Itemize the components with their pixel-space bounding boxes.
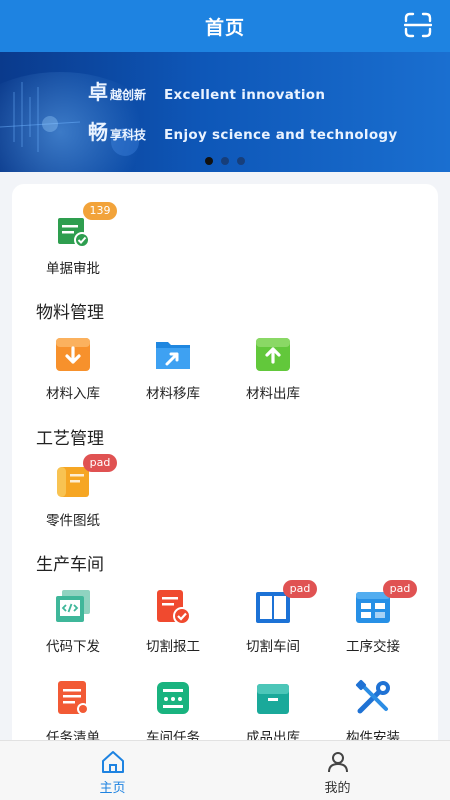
product-out-button[interactable]: 成品出库 [223,678,323,744]
material-out-label: 材料出库 [246,386,300,402]
doc-approval-button[interactable]: 139 单据审批 [23,202,123,277]
material-move-button[interactable]: 材料移库 [123,334,223,402]
material-out-button[interactable]: 材料出库 [223,334,323,402]
scan-icon[interactable] [403,12,433,38]
cut-workshop-button[interactable]: pad 切割车间 [223,580,323,655]
part-drawing-button[interactable]: pad 零件图纸 [23,454,123,529]
inbox-in-icon [56,338,90,371]
pad-badge: pad [383,580,417,598]
task-list-icon [58,681,89,715]
bottom-tab-bar: 主页 我的 [0,740,450,800]
code-dispatch-button[interactable]: 代码下发 [23,587,123,655]
task-list-button[interactable]: 任务清单 [23,678,123,744]
carousel-dot[interactable] [221,157,229,165]
section-title-workshop: 生产车间 [36,555,104,575]
folder-move-icon [156,342,190,369]
carousel-dot[interactable] [205,157,213,165]
user-icon [327,752,348,773]
app-header: 首页 [0,0,450,52]
tab-mine-label: 我的 [324,781,351,796]
component-install-button[interactable]: 构件安装 [323,678,423,744]
tab-mine[interactable]: 我的 [225,741,450,800]
material-in-label: 材料入库 [46,386,100,402]
code-icon [56,590,90,622]
tools-icon [355,679,390,714]
banner-line-2: 畅享科技 Enjoy science and technology [88,120,398,144]
banner-line-1: 卓越创新 Excellent innovation [88,80,326,104]
handover-label: 工序交接 [346,639,400,655]
section-title-materials: 物料管理 [36,303,104,323]
cut-workshop-label: 切割车间 [246,639,300,655]
material-move-label: 材料移库 [146,386,200,402]
handover-button[interactable]: pad 工序交接 [323,580,423,655]
pad-badge: pad [283,580,317,598]
doc-approval-label: 单据审批 [46,261,100,277]
page-title: 首页 [204,17,245,39]
code-dispatch-label: 代码下发 [46,639,100,655]
tab-home[interactable]: 主页 [0,741,225,800]
workshop-task-button[interactable]: 车间任务 [123,678,223,744]
workshop-task-icon [157,682,189,714]
product-box-icon [257,684,289,714]
promo-banner[interactable]: 卓越创新 Excellent innovation 畅享科技 Enjoy scien… [0,52,450,172]
cut-report-icon [157,590,191,625]
function-panel: 139 单据审批 物料管理 材料入库 材料移库 材料出库 工艺管理 pad 零件… [12,184,438,744]
tab-home-label: 主页 [99,781,126,796]
approval-count-badge: 139 [83,202,117,220]
section-title-process: 工艺管理 [36,429,104,449]
home-icon [101,751,124,773]
pad-badge: pad [83,454,117,472]
inbox-out-icon [256,338,290,371]
material-in-button[interactable]: 材料入库 [23,334,123,402]
part-drawing-label: 零件图纸 [46,513,100,529]
carousel-indicator [0,150,450,169]
cut-report-label: 切割报工 [146,639,200,655]
carousel-dot[interactable] [237,157,245,165]
cut-report-button[interactable]: 切割报工 [123,587,223,655]
